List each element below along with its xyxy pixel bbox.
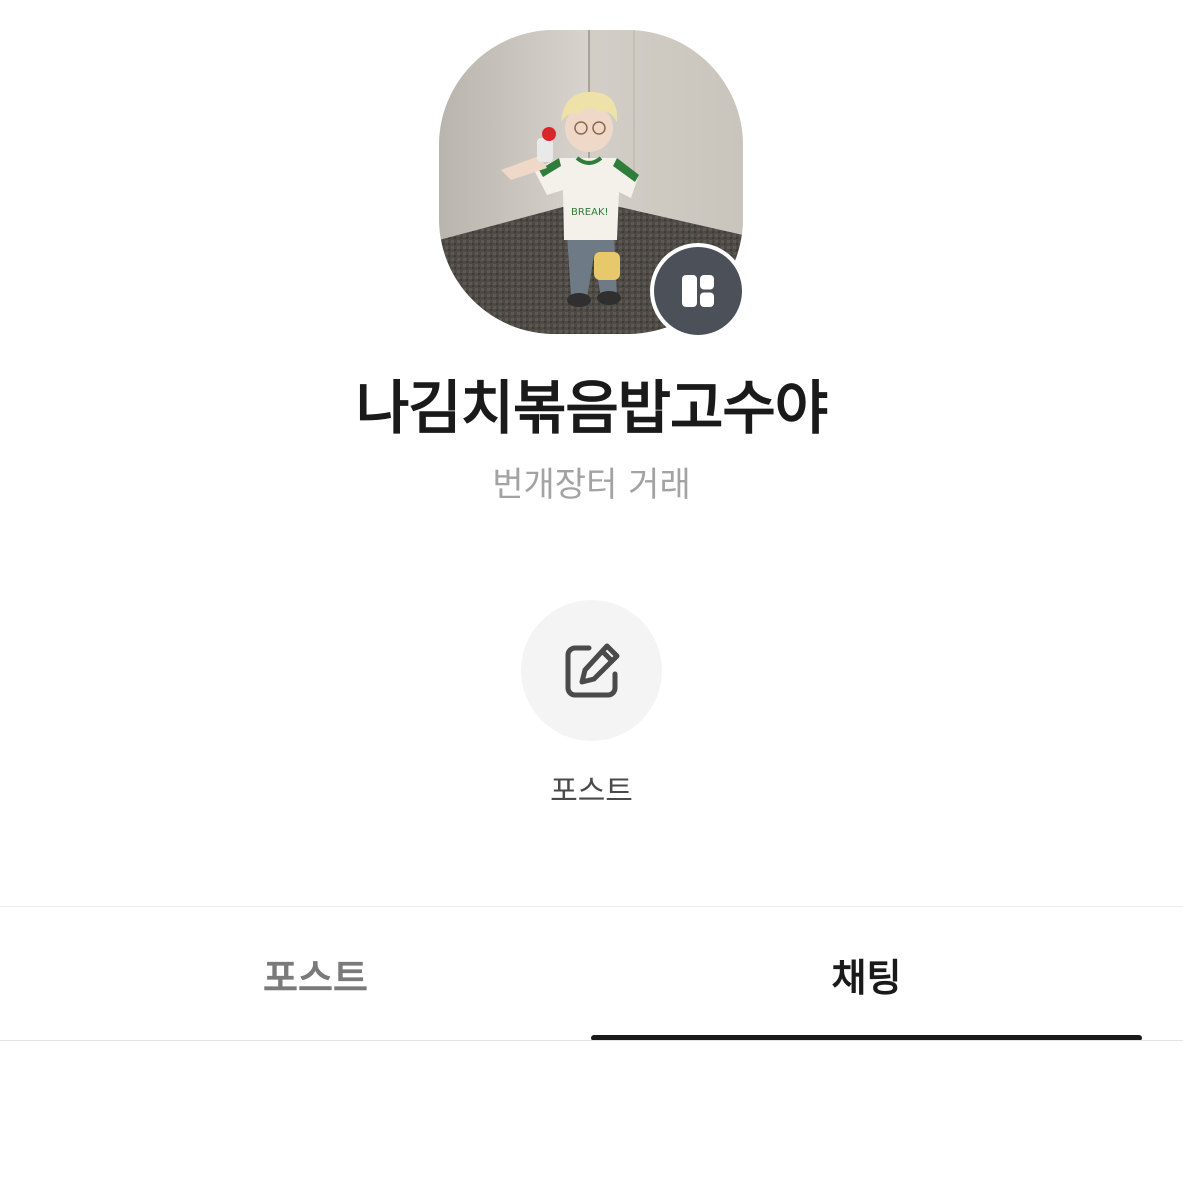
avatar-badge-circle bbox=[654, 247, 742, 335]
write-post-label: 포스트 bbox=[550, 774, 633, 809]
write-post-button[interactable] bbox=[521, 600, 662, 741]
profile-page: BREAK! 나김치볶음밥고수야 번개장터 거래 포스트 포스트 채팅 bbox=[0, 0, 1183, 1183]
tab-bar: 포스트 채팅 bbox=[0, 907, 1183, 1041]
profile-subtitle: 번개장터 거래 bbox=[492, 465, 691, 505]
tab-post[interactable]: 포스트 bbox=[40, 907, 591, 1041]
divider bbox=[0, 1040, 1183, 1041]
tab-chat[interactable]: 채팅 bbox=[591, 907, 1142, 1041]
profile-name: 나김치볶음밥고수야 bbox=[355, 374, 828, 442]
avatar-badge-button[interactable] bbox=[650, 243, 746, 339]
svg-text:BREAK!: BREAK! bbox=[571, 207, 609, 218]
edit-icon bbox=[565, 643, 619, 697]
layout-grid-icon bbox=[682, 275, 714, 307]
